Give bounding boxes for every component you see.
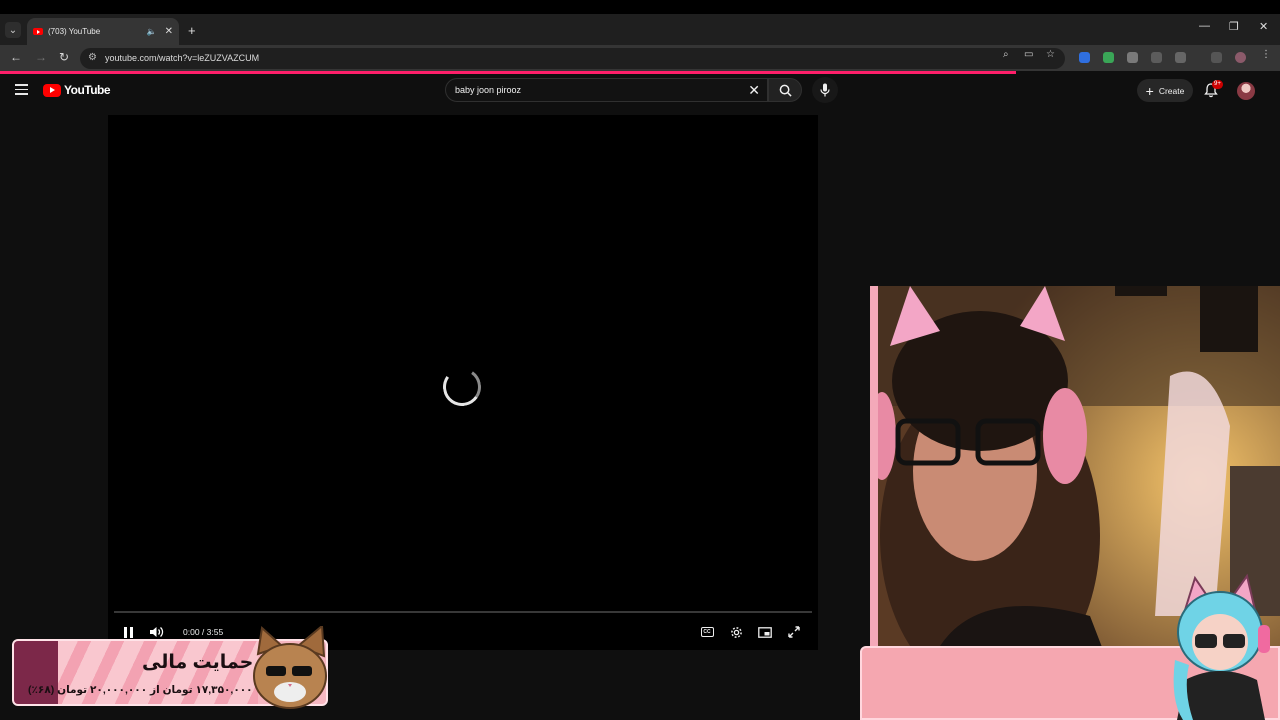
youtube-masthead: YouTube baby joon pirooz ✕ + Create 9+ [0,74,1280,108]
new-tab-button[interactable]: + [188,23,196,38]
search-query[interactable]: baby joon pirooz [455,85,521,95]
youtube-favicon-icon [33,28,43,35]
volume-button[interactable] [148,624,164,640]
tab-search-button[interactable]: ⌄ [5,22,21,38]
window-close-icon[interactable]: ✕ [1259,20,1268,33]
address-url[interactable]: youtube.com/watch?v=leZUZVAZCUM [105,53,259,63]
forward-icon[interactable]: → [35,50,47,64]
minimize-icon[interactable]: — [1199,20,1210,32]
guide-menu-icon[interactable] [15,84,28,95]
video-player[interactable]: 0:00 / 3:55 CC [108,115,818,650]
voice-search-button[interactable] [812,77,838,103]
microphone-icon [820,83,830,97]
donation-goal-progress: ۱۷,۳۵۰,۰۰۰ تومان از ۲۰,۰۰۰,۰۰۰ تومان (۶۸… [28,684,253,696]
youtube-play-logo-icon [43,83,61,97]
tab-close-icon[interactable]: ✕ [165,26,173,37]
plus-icon: + [1145,82,1154,99]
extension-3-icon[interactable] [1127,52,1138,63]
browser-toolbar: ← → ↻ ⚙ youtube.com/watch?v=leZUZVAZCUM … [0,45,1280,71]
back-icon[interactable]: ← [10,50,22,64]
banner-dark-panel [14,641,58,704]
create-button[interactable]: + Create [1137,79,1193,102]
browser-tab-bar: ⌄ (703) YouTube 🔈 ✕ + — ❐ ✕ [0,14,1280,45]
browser-tab[interactable]: (703) YouTube 🔈 ✕ [27,18,179,45]
site-info-icon[interactable]: ⚙ [88,52,97,63]
zoom-icon[interactable]: ⌕ [1003,49,1009,60]
subtitles-button[interactable]: CC [699,624,715,640]
profile-icon[interactable] [1235,52,1246,63]
search-button[interactable] [768,78,802,102]
clear-search-icon[interactable]: ✕ [748,82,760,99]
subtitles-icon: CC [700,627,714,637]
address-bar[interactable]: ⚙ youtube.com/watch?v=leZUZVAZCUM [80,48,1065,69]
reload-icon[interactable]: ↻ [59,50,69,64]
youtube-logo[interactable]: YouTube [43,83,111,97]
fullscreen-button[interactable] [786,624,802,640]
extension-4-icon[interactable] [1151,52,1162,63]
extension-2-icon[interactable] [1103,52,1114,63]
youtube-logo-text: YouTube [64,83,111,97]
miniplayer-button[interactable] [757,624,773,640]
pause-button[interactable] [120,624,136,640]
anime-mascot-image [1173,573,1270,720]
settings-button[interactable] [728,624,744,640]
miniplayer-icon [758,626,772,638]
loading-spinner-icon [439,364,485,410]
fullscreen-icon [788,626,800,638]
tab-title: (703) YouTube [48,27,101,36]
pause-icon [123,626,133,638]
search-input[interactable]: baby joon pirooz ✕ [445,78,768,102]
bookmark-star-icon[interactable]: ☆ [1046,49,1055,60]
cast-icon[interactable]: ▭ [1024,49,1033,60]
cat-mascot-image [253,626,327,709]
volume-icon [149,627,163,637]
restore-icon[interactable]: ❐ [1229,20,1239,33]
notification-count-badge: 9+ [1212,80,1223,89]
search-icon [779,84,792,97]
donation-goal-title: حمایت مالی [142,652,254,673]
reading-list-icon[interactable] [1211,52,1222,63]
create-label: Create [1158,85,1185,96]
account-avatar[interactable] [1237,82,1255,100]
settings-gear-icon [730,626,742,638]
time-display: 0:00 / 3:55 [183,627,224,637]
browser-menu-icon[interactable]: ⋮ [1261,49,1271,60]
tab-audio-icon[interactable]: 🔈 [147,27,157,36]
extensions-puzzle-icon[interactable] [1175,52,1186,63]
extension-1-icon[interactable] [1079,52,1090,63]
progress-bar[interactable] [114,611,812,613]
screen-top-strip [0,0,1280,14]
